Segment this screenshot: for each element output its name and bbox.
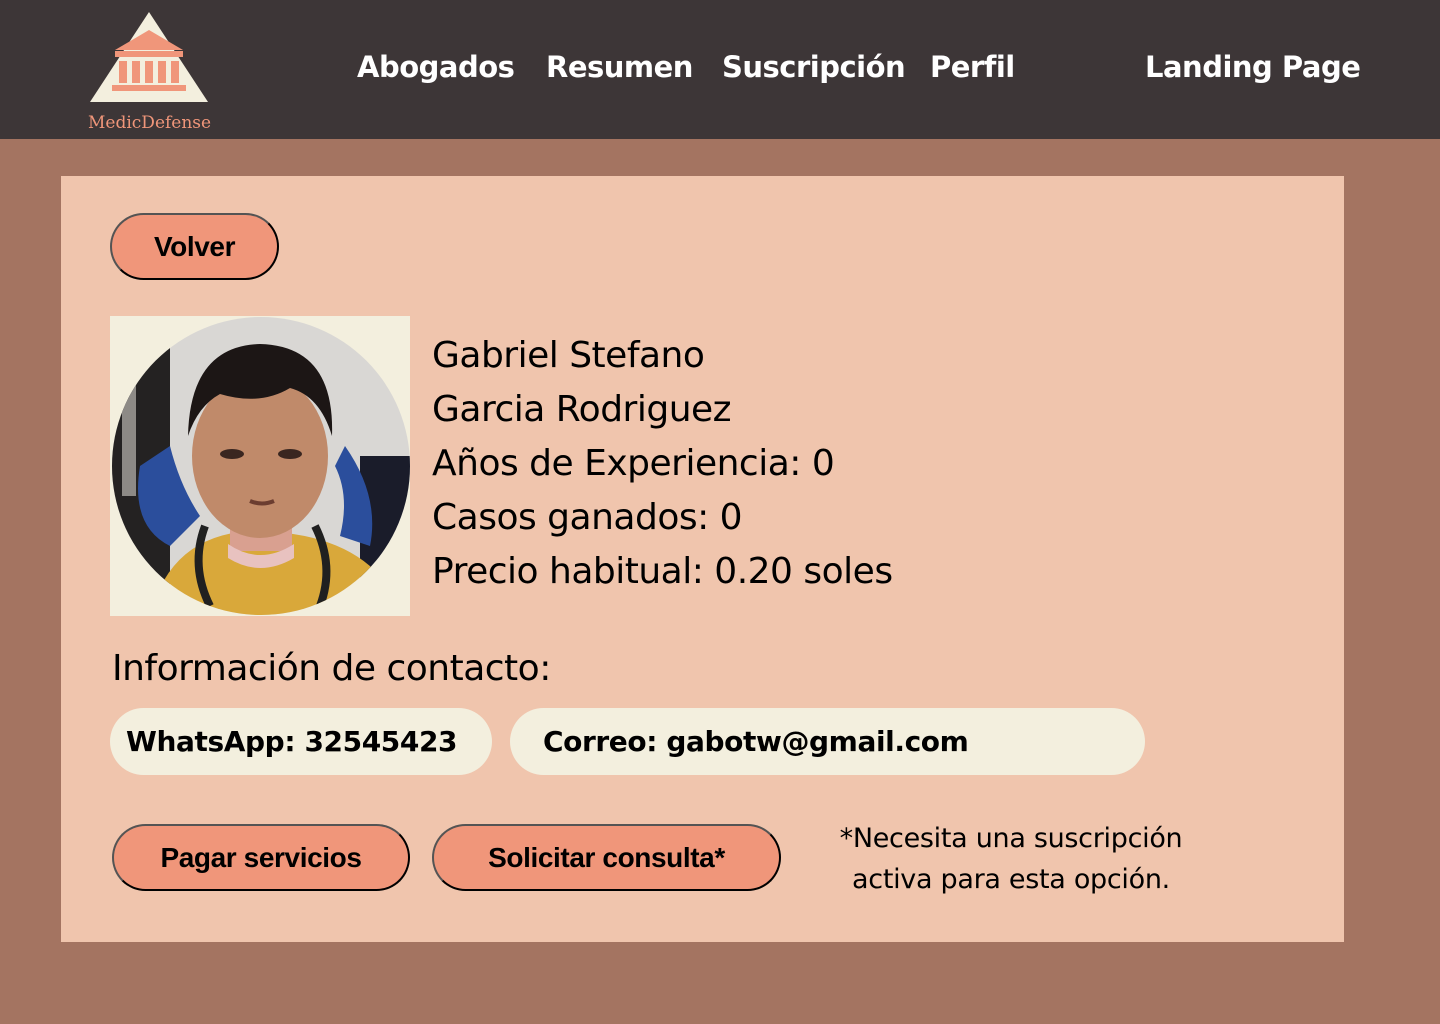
back-button[interactable]: Volver [110, 213, 279, 280]
whatsapp-field: WhatsApp: 32545423 [110, 708, 492, 775]
lawyer-profile-card: Volver Gabriel Stefano Garcia Rodriguez … [61, 176, 1344, 942]
nav-abogados[interactable]: Abogados [357, 50, 515, 84]
subscription-note: *Necesita una suscripción activa para es… [821, 818, 1201, 900]
nav-perfil[interactable]: Perfil [930, 50, 1015, 84]
nav-resumen[interactable]: Resumen [546, 50, 693, 84]
nav-suscripcion[interactable]: Suscripción [722, 50, 906, 84]
usual-price: Precio habitual: 0.20 soles [432, 551, 893, 592]
request-consultation-button[interactable]: Solicitar consulta* [432, 824, 781, 891]
cases-won: Casos ganados: 0 [432, 497, 743, 538]
email-field: Correo: gabotw@gmail.com [510, 708, 1145, 775]
top-navbar: MedicDefense Abogados Resumen Suscripció… [0, 0, 1440, 139]
courthouse-icon [90, 12, 208, 102]
subscription-note-line1: *Necesita una suscripción [839, 823, 1183, 854]
lawyer-first-names: Gabriel Stefano [432, 335, 705, 376]
subscription-note-line2: activa para esta opción. [852, 864, 1170, 895]
avatar [112, 317, 410, 615]
nav-landing-page[interactable]: Landing Page [1145, 50, 1361, 84]
brand-name: MedicDefense [88, 113, 212, 133]
brand-logo[interactable]: MedicDefense [88, 10, 212, 135]
profile-photo [110, 316, 410, 616]
years-experience: Años de Experiencia: 0 [432, 443, 835, 484]
lawyer-last-names: Garcia Rodriguez [432, 389, 732, 430]
contact-info-title: Información de contacto: [112, 648, 551, 689]
pay-services-button[interactable]: Pagar servicios [112, 824, 410, 891]
